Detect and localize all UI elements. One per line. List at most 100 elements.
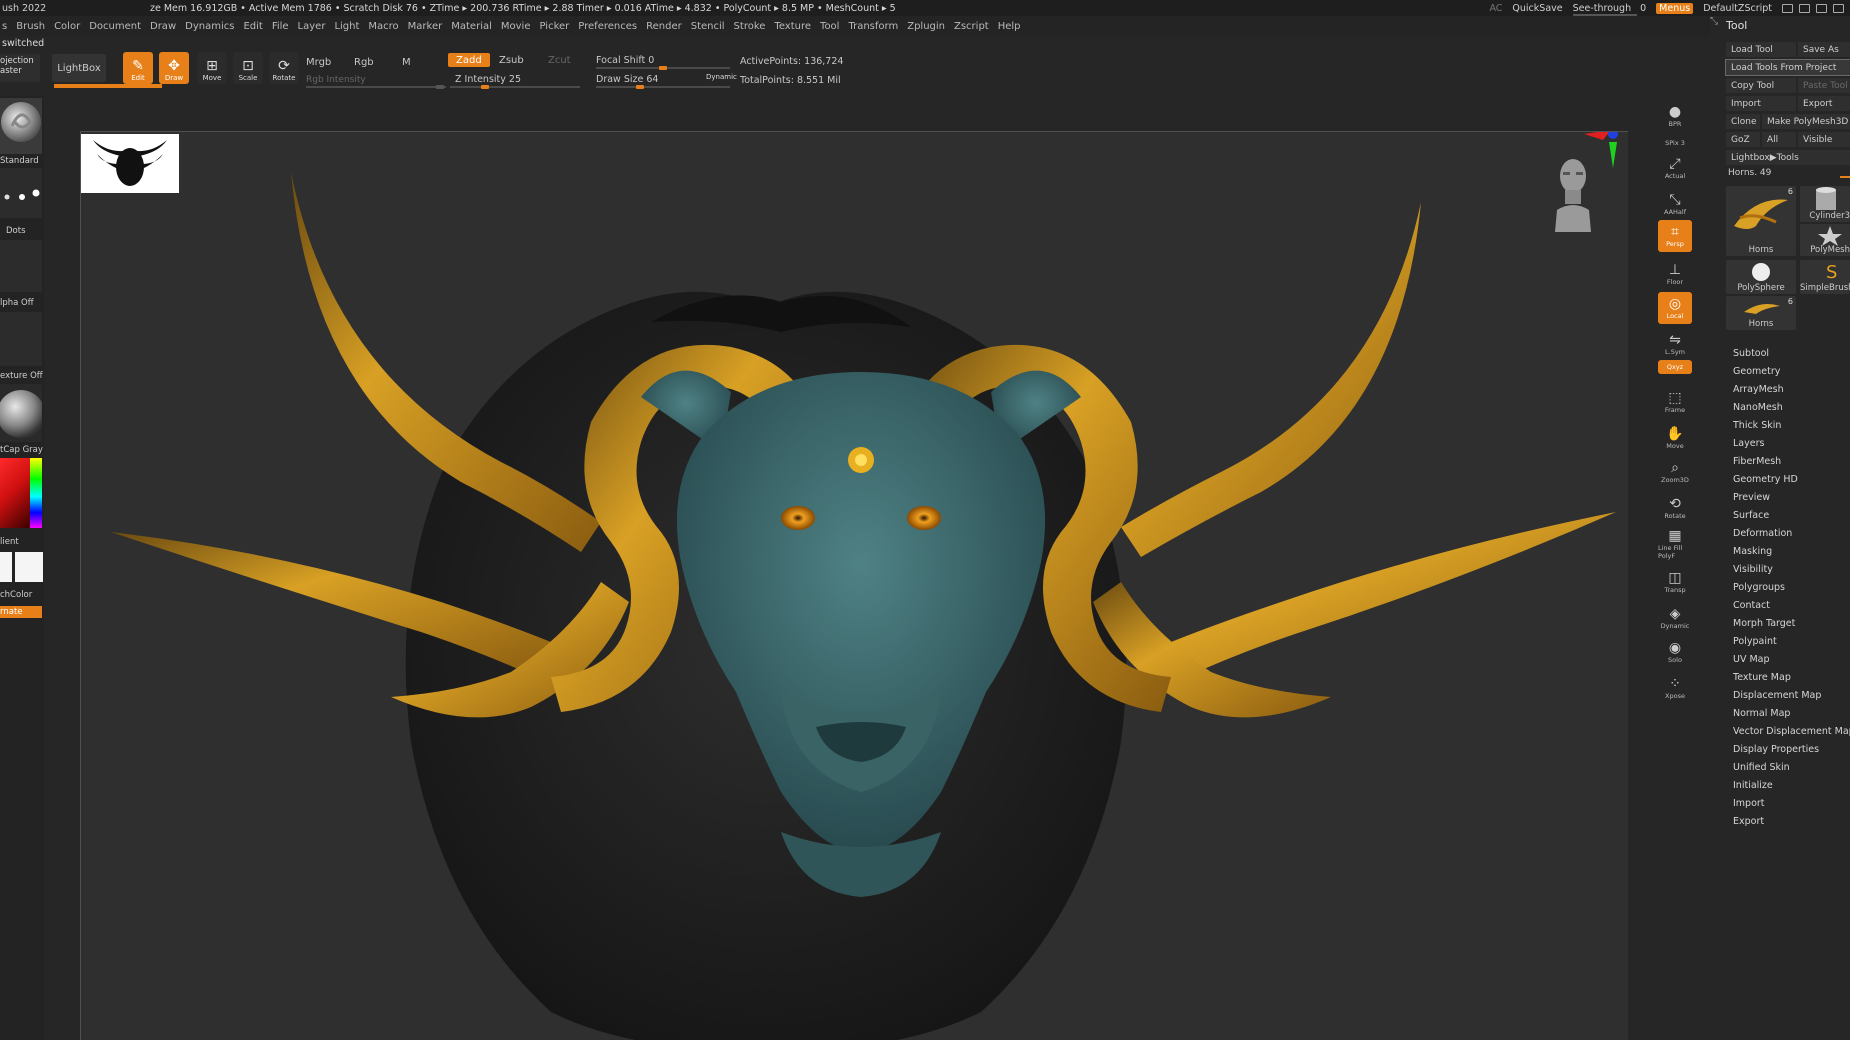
- lightbox-tools-button[interactable]: Lightbox▶Tools: [1726, 150, 1850, 165]
- main-color-swatch[interactable]: [15, 552, 43, 582]
- focal-shift-knob[interactable]: [659, 66, 667, 70]
- scale-button[interactable]: ⊡ Scale: [233, 52, 263, 84]
- menu-draw[interactable]: Draw: [150, 21, 185, 32]
- dynamic-button[interactable]: ◈ Dynamic: [1658, 602, 1692, 634]
- tool-thumb-polysphere[interactable]: PolySphere: [1726, 260, 1796, 294]
- minimize-icon[interactable]: [1816, 3, 1827, 13]
- subpalette-deformation[interactable]: Deformation: [1733, 528, 1792, 539]
- layout-icon[interactable]: [1782, 3, 1793, 13]
- subpalette-uv-map[interactable]: UV Map: [1733, 654, 1770, 665]
- maximize-icon[interactable]: [1833, 3, 1844, 13]
- subpalette-polypaint[interactable]: Polypaint: [1733, 636, 1777, 647]
- menu-stroke[interactable]: Stroke: [734, 21, 775, 32]
- make-polymesh3d-button[interactable]: Make PolyMesh3D: [1762, 114, 1850, 129]
- subpalette-texture-map[interactable]: Texture Map: [1733, 672, 1791, 683]
- tool-thumb-polymesh[interactable]: PolyMesh: [1800, 224, 1850, 256]
- menu-macro[interactable]: Macro: [368, 21, 407, 32]
- subpalette-arraymesh[interactable]: ArrayMesh: [1733, 384, 1784, 395]
- menu-zplugin[interactable]: Zplugin: [907, 21, 954, 32]
- menu-document[interactable]: Document: [89, 21, 150, 32]
- alternate-button[interactable]: rnate: [0, 606, 42, 618]
- current-tool-slider[interactable]: Horns. 49: [1726, 168, 1850, 182]
- menu-help[interactable]: Help: [998, 21, 1030, 32]
- subpalette-preview[interactable]: Preview: [1733, 492, 1770, 503]
- subpalette-unified-skin[interactable]: Unified Skin: [1733, 762, 1790, 773]
- menu-color[interactable]: Color: [54, 21, 89, 32]
- frame-button[interactable]: ⬚ Frame: [1658, 386, 1692, 418]
- zadd-button[interactable]: Zadd: [448, 53, 490, 67]
- rgb-intensity-slider[interactable]: Rgb Intensity: [306, 75, 366, 85]
- color-picker[interactable]: [0, 458, 42, 528]
- actual-button[interactable]: ⤢ Actual: [1658, 152, 1692, 184]
- switch-color-label[interactable]: chColor: [0, 590, 32, 600]
- subpalette-nanomesh[interactable]: NanoMesh: [1733, 402, 1783, 413]
- menu-zscript[interactable]: Zscript: [954, 21, 998, 32]
- menu-texture[interactable]: Texture: [774, 21, 820, 32]
- subpalette-vector-displacement-map[interactable]: Vector Displacement Map: [1733, 726, 1850, 737]
- zsub-button[interactable]: Zsub: [499, 55, 524, 66]
- zcut-button[interactable]: Zcut: [548, 55, 571, 66]
- subpalette-initialize[interactable]: Initialize: [1733, 780, 1773, 791]
- menu-tool[interactable]: Tool: [820, 21, 848, 32]
- navigation-head-icon[interactable]: [1551, 154, 1595, 234]
- menu-transform[interactable]: Transform: [848, 21, 907, 32]
- import-tool-button[interactable]: Import: [1726, 96, 1796, 111]
- default-zscript-button[interactable]: DefaultZScript: [1703, 3, 1772, 14]
- subpalette-surface[interactable]: Surface: [1733, 510, 1769, 521]
- edit-button[interactable]: ✎ Edit: [123, 52, 153, 84]
- texture-thumbnail[interactable]: [0, 312, 42, 366]
- load-tool-button[interactable]: Load Tool: [1726, 42, 1796, 57]
- secondary-color-swatch[interactable]: [0, 552, 12, 582]
- menu-edit[interactable]: Edit: [243, 21, 271, 32]
- mrgb-button[interactable]: Mrgb: [306, 57, 331, 68]
- ac-toggle[interactable]: AC: [1489, 3, 1502, 14]
- lightbox-button[interactable]: LightBox: [52, 54, 106, 82]
- dynamic-toggle[interactable]: Dynamic: [706, 73, 737, 81]
- menu-dynamics[interactable]: Dynamics: [185, 21, 243, 32]
- menu-movie[interactable]: Movie: [501, 21, 540, 32]
- bpr-button[interactable]: ● BPR: [1658, 100, 1692, 132]
- goz-all-button[interactable]: All: [1762, 132, 1796, 147]
- menu-file[interactable]: File: [272, 21, 298, 32]
- goz-visible-button[interactable]: Visible: [1798, 132, 1850, 147]
- menu-render[interactable]: Render: [646, 21, 691, 32]
- clone-button[interactable]: Clone: [1726, 114, 1760, 129]
- subpalette-visibility[interactable]: Visibility: [1733, 564, 1773, 575]
- export-tool-button[interactable]: Export: [1798, 96, 1850, 111]
- brush-thumbnail[interactable]: [0, 98, 42, 154]
- menu-brush[interactable]: Brush: [16, 21, 54, 32]
- move-button[interactable]: ✋ Move: [1658, 422, 1692, 454]
- subpalette-masking[interactable]: Masking: [1733, 546, 1772, 557]
- copy-tool-button[interactable]: Copy Tool: [1726, 78, 1796, 93]
- collapse-arrow-icon[interactable]: ⤡: [1710, 16, 1718, 27]
- subpalette-geometry[interactable]: Geometry: [1733, 366, 1780, 377]
- xyz-button[interactable]: Qxyz: [1658, 360, 1692, 374]
- focal-shift-slider[interactable]: Focal Shift 0: [596, 55, 654, 66]
- menu-preferences[interactable]: Preferences: [578, 21, 646, 32]
- rgb-button[interactable]: Rgb: [354, 57, 374, 68]
- subpalette-thick-skin[interactable]: Thick Skin: [1733, 420, 1781, 431]
- subpalette-subtool[interactable]: Subtool: [1733, 348, 1769, 359]
- tool-thumb-simplebrush[interactable]: S SimpleBrush: [1800, 260, 1850, 294]
- alpha-thumbnail[interactable]: [0, 240, 42, 292]
- subpalette-import[interactable]: Import: [1733, 798, 1765, 809]
- menu-s[interactable]: s: [0, 21, 16, 32]
- menus-toggle[interactable]: Menus: [1656, 2, 1694, 14]
- lsym-button[interactable]: ⇋ L.Sym: [1658, 328, 1692, 360]
- quicksave-button[interactable]: QuickSave: [1512, 3, 1562, 14]
- tool-thumb-horns-small[interactable]: 6 Horns: [1726, 296, 1796, 330]
- tool-thumb-cylinder[interactable]: Cylinder3: [1800, 186, 1850, 222]
- persp-button[interactable]: ⌗ Persp: [1658, 220, 1692, 252]
- xpose-button[interactable]: ⁘ Xpose: [1658, 672, 1692, 704]
- menu-layer[interactable]: Layer: [298, 21, 335, 32]
- layout-alt-icon[interactable]: [1799, 3, 1810, 13]
- rotate-button[interactable]: ⟲ Rotate: [1658, 492, 1692, 524]
- goz-button[interactable]: GoZ: [1726, 132, 1760, 147]
- paste-tool-button[interactable]: Paste Tool: [1798, 78, 1850, 93]
- z-intensity-knob[interactable]: [480, 85, 489, 89]
- solo-button[interactable]: ◉ Solo: [1658, 636, 1692, 668]
- subpalette-geometry-hd[interactable]: Geometry HD: [1733, 474, 1798, 485]
- linefill-button[interactable]: ▦ Line Fill PolyF: [1658, 528, 1692, 560]
- local-button[interactable]: ◎ Local: [1658, 292, 1692, 324]
- z-intensity-slider[interactable]: Z Intensity 25: [455, 74, 521, 85]
